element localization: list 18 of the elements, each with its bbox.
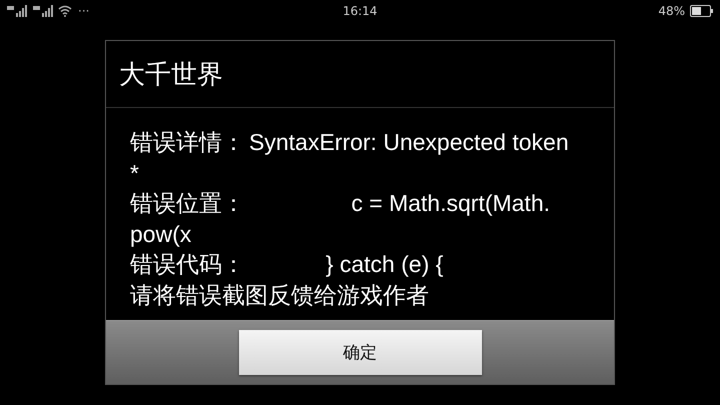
message-text: 请将错误截图反馈给游戏作者: [130, 282, 429, 308]
field-label: 错误代码：: [130, 251, 245, 277]
dialog-title: 大千世界: [106, 41, 614, 108]
battery-icon: [690, 5, 714, 17]
field-value: c = Math.sqrt(Math.: [350, 190, 550, 216]
field-label: 错误位置：: [130, 190, 245, 216]
confirm-button[interactable]: 确定: [238, 330, 482, 375]
signal-icon: [32, 5, 54, 17]
field-value: SyntaxError: Unexpected token: [249, 129, 569, 155]
field-value: *: [130, 160, 139, 186]
field-label: 错误详情：: [130, 129, 245, 155]
signal-icon: [6, 5, 28, 17]
field-value: } catch (e) {: [324, 251, 444, 277]
more-indicator: ···: [78, 4, 90, 18]
field-value: pow(x: [130, 220, 192, 246]
wifi-icon: [58, 5, 72, 17]
clock-time: 16:14: [342, 4, 378, 18]
battery-percent: 48%: [658, 4, 685, 18]
